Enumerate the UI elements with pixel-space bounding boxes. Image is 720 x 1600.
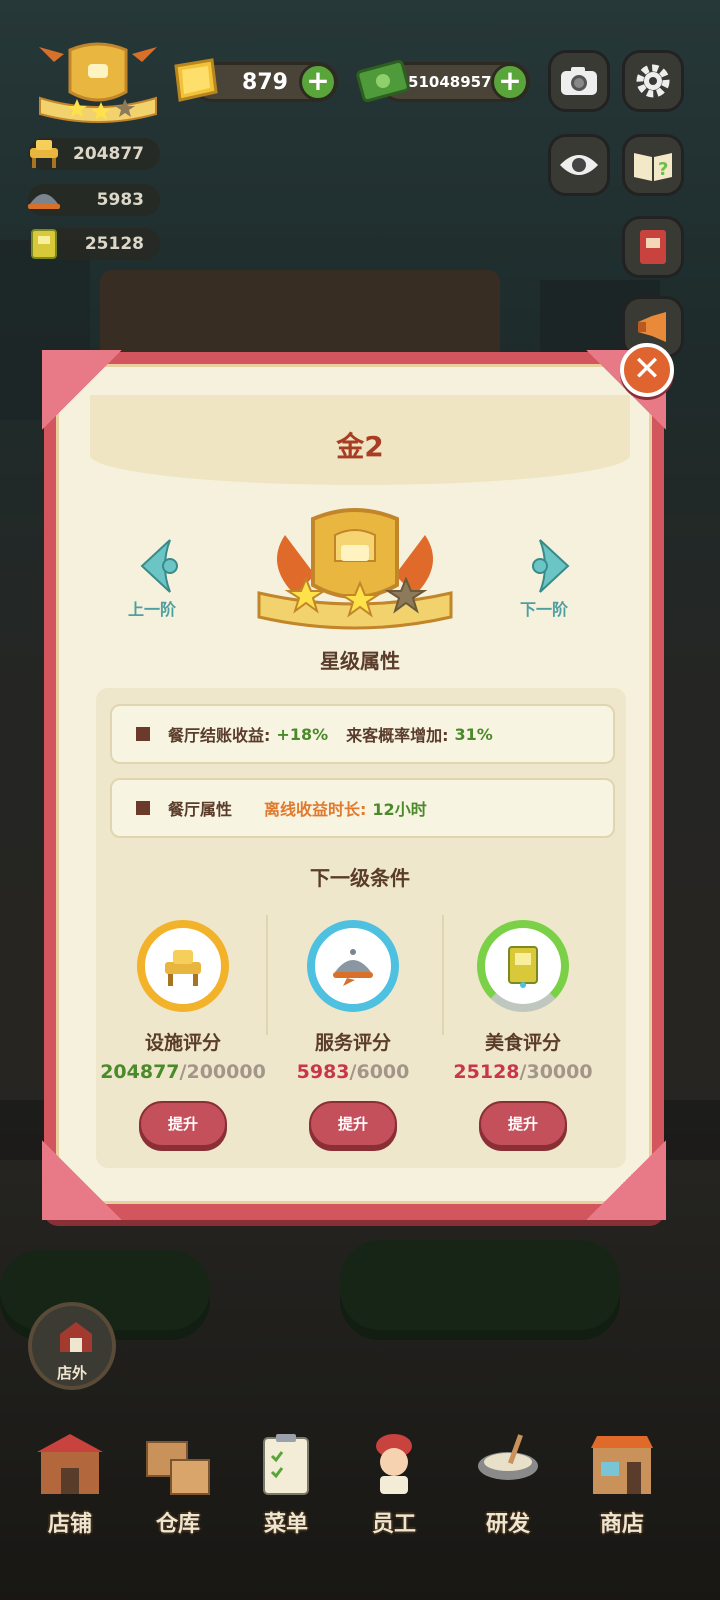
facility-current: 204877	[100, 1061, 180, 1083]
facility-score-stat: 204877	[28, 138, 160, 170]
offline-duration-label: 离线收益时长:	[264, 800, 367, 819]
facility-score-progress: 204877/200000	[98, 1061, 268, 1083]
facility-icon	[165, 950, 201, 986]
add-diamonds-button[interactable]: +	[299, 63, 337, 101]
tab-store-label: 商店	[599, 1512, 644, 1537]
help-book-icon: ?	[634, 153, 672, 181]
condition-food: 美食评分 25128/30000 提升	[438, 920, 608, 1147]
chevron-left-icon	[140, 539, 178, 593]
upgrade-food-button[interactable]: 提升	[479, 1101, 567, 1147]
store-icon	[586, 1432, 658, 1496]
megaphone-icon	[638, 312, 666, 342]
service-score-label: 服务评分	[314, 1032, 391, 1054]
guide-button[interactable]: ?	[622, 134, 684, 196]
tab-shop[interactable]: 店铺	[22, 1432, 118, 1552]
restaurant-attr-label: 餐厅属性	[168, 800, 233, 819]
service-current: 5983	[296, 1061, 350, 1083]
facility-icon	[30, 140, 58, 168]
food-score-stat: 25128	[28, 228, 160, 260]
next-rank-label[interactable]: 下一阶	[520, 596, 568, 620]
facility-score-label: 设施评分	[144, 1032, 221, 1054]
gear-icon	[636, 64, 670, 98]
tab-staff-label: 员工	[371, 1512, 416, 1537]
add-cash-button[interactable]: +	[491, 63, 529, 101]
upgrade-facility-button[interactable]: 提升	[139, 1101, 227, 1147]
service-score-stat: 5983	[28, 184, 160, 216]
food-current: 25128	[453, 1061, 520, 1083]
rank-emblem	[255, 505, 455, 635]
view-button[interactable]	[548, 134, 610, 196]
cloche-icon	[333, 949, 373, 986]
food-progress-ring	[477, 920, 569, 1012]
record-book-button[interactable]	[622, 216, 684, 278]
facility-progress-ring	[137, 920, 229, 1012]
research-icon	[472, 1432, 544, 1496]
store-outside-label: 店外	[56, 1364, 87, 1382]
checkout-income-label: 餐厅结账收益:	[168, 726, 271, 745]
attribute-row-offline: 餐厅属性 离线收益时长: 12小时	[110, 778, 615, 838]
rank-title: 金2	[336, 430, 384, 463]
camera-icon	[561, 67, 597, 95]
tab-warehouse[interactable]: 仓库	[130, 1432, 226, 1552]
facility-target: /200000	[179, 1061, 266, 1083]
bullet-square	[136, 727, 150, 741]
food-target: /30000	[519, 1061, 593, 1083]
restaurant-rank-badge[interactable]	[34, 42, 162, 128]
food-score-value: 25128	[84, 234, 144, 254]
tab-warehouse-label: 仓库	[155, 1512, 200, 1537]
prev-rank-label[interactable]: 上一阶	[128, 596, 176, 620]
book-icon	[640, 230, 666, 264]
svg-text:?: ?	[658, 159, 668, 180]
staff-icon	[358, 1432, 430, 1496]
service-progress-ring	[307, 920, 399, 1012]
tab-research[interactable]: 研发	[460, 1432, 556, 1552]
condition-service: 服务评分 5983/6000 提升	[268, 920, 438, 1147]
food-score-label: 美食评分	[484, 1032, 561, 1054]
customer-rate-value: 31%	[454, 724, 493, 744]
customer-rate-label: 来客概率增加:	[346, 726, 449, 745]
checkout-income-value: +18%	[276, 724, 329, 744]
eye-icon	[560, 155, 598, 175]
close-button[interactable]: ✕	[620, 343, 674, 397]
tab-research-label: 研发	[485, 1512, 530, 1537]
service-target: /6000	[349, 1061, 410, 1083]
camera-button[interactable]	[548, 50, 610, 112]
store-outside-button[interactable]: 店外	[28, 1302, 116, 1390]
tab-shop-label: 店铺	[47, 1512, 92, 1537]
offline-duration-value: 12小时	[372, 800, 427, 819]
food-score-progress: 25128/30000	[438, 1061, 608, 1083]
tab-staff[interactable]: 员工	[346, 1432, 442, 1552]
cash-icon	[354, 56, 412, 110]
attribute-row-income: 餐厅结账收益: +18% 来客概率增加: 31%	[110, 704, 615, 764]
next-level-heading: 下一级条件	[310, 866, 410, 890]
tab-menu[interactable]: 菜单	[238, 1432, 334, 1552]
menu-icon	[250, 1432, 322, 1496]
next-rank-button[interactable]	[520, 536, 580, 596]
settings-button[interactable]	[622, 50, 684, 112]
service-score-value: 5983	[96, 190, 144, 210]
recipe-book-icon	[508, 946, 538, 988]
shop-icon	[34, 1432, 106, 1496]
diamond-icon	[168, 56, 220, 108]
recipe-book-icon	[31, 229, 57, 259]
facility-score-value: 204877	[73, 144, 144, 164]
star-attributes-heading: 星级属性	[320, 649, 400, 673]
tab-store[interactable]: 商店	[574, 1432, 670, 1552]
upgrade-service-button[interactable]: 提升	[309, 1101, 397, 1147]
warehouse-icon	[142, 1432, 214, 1496]
condition-facility: 设施评分 204877/200000 提升	[98, 920, 268, 1147]
bullet-square	[136, 801, 150, 815]
chevron-right-icon	[532, 539, 570, 593]
house-icon	[60, 1322, 92, 1352]
service-score-progress: 5983/6000	[268, 1061, 438, 1083]
prev-rank-button[interactable]	[130, 536, 190, 596]
tab-menu-label: 菜单	[263, 1512, 308, 1537]
cloche-icon	[28, 194, 60, 209]
